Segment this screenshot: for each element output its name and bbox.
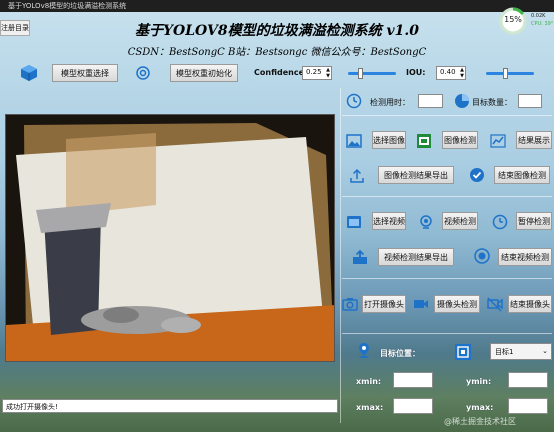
export-image-results-button[interactable]: 图像检测结果导出 xyxy=(378,166,454,184)
clock-icon xyxy=(346,93,362,109)
open-camera-button[interactable]: 打开摄像头 xyxy=(362,295,406,313)
target-select[interactable]: 目标1 ⌄ xyxy=(490,343,552,360)
image-detect-icon xyxy=(417,134,431,148)
open-camera-label: 打开摄像头 xyxy=(364,299,404,309)
settings-target-icon xyxy=(136,66,150,80)
ymax-label: ymax: xyxy=(466,403,494,412)
select-image-label: 选择图像 xyxy=(373,135,405,145)
export-image-results-label: 图像检测结果导出 xyxy=(384,170,448,180)
pause-detect-button[interactable]: 暂停检测 xyxy=(516,212,552,230)
select-video-button[interactable]: 选择视频 xyxy=(372,212,406,230)
select-image-button[interactable]: 选择图像 xyxy=(372,131,406,149)
export-icon xyxy=(350,168,364,183)
chart-line-icon xyxy=(490,134,506,148)
bounding-box-icon xyxy=(455,344,471,360)
status-bar: 成功打开摄像头! xyxy=(2,399,338,413)
target-select-value: 目标1 xyxy=(495,348,514,356)
iou-label: IOU: xyxy=(406,68,426,77)
ymin-label: ymin: xyxy=(466,377,492,386)
pause-detect-label: 暂停检测 xyxy=(518,216,550,226)
divider-2 xyxy=(342,196,552,197)
net-up: 0.02K xyxy=(531,13,546,19)
iou-slider-track[interactable] xyxy=(486,72,534,75)
export-video-results-label: 视频检测结果导出 xyxy=(384,252,448,262)
target-position-label: 目标位置： xyxy=(380,349,420,358)
panel-divider xyxy=(340,88,341,423)
xmin-label: xmin: xyxy=(356,377,382,386)
confidence-slider-track[interactable] xyxy=(348,72,396,75)
confidence-label: Confidence: xyxy=(254,68,308,77)
iou-value: 0.40 xyxy=(440,68,456,76)
end-image-detect-button[interactable]: 结束图像检测 xyxy=(494,166,550,184)
webcam-icon xyxy=(420,215,432,229)
image-icon xyxy=(346,134,362,148)
confidence-spinbox[interactable]: 0.25 ▲ ▼ xyxy=(302,66,332,80)
detect-video-label: 视频检测 xyxy=(444,216,476,226)
show-results-button[interactable]: 结果展示 xyxy=(516,131,552,149)
confidence-value: 0.25 xyxy=(306,68,322,76)
divider-4 xyxy=(342,333,552,334)
camera-icon xyxy=(342,298,358,311)
ymax-field xyxy=(508,398,548,414)
cpu-percent: 15% xyxy=(504,15,522,24)
confidence-slider-thumb[interactable] xyxy=(358,68,363,79)
show-results-label: 结果展示 xyxy=(518,135,550,145)
pie-chart-icon xyxy=(455,94,469,108)
cpu-label: CPU: 39° xyxy=(531,21,554,27)
end-video-detect-button[interactable]: 结束视频检测 xyxy=(498,248,552,266)
select-weights-button[interactable]: 模型权重选择 xyxy=(52,64,118,82)
end-image-detect-label: 结束图像检测 xyxy=(498,170,546,180)
spin-arrows-icon: ▲ ▼ xyxy=(326,67,330,79)
target-count-label: 目标数量： xyxy=(472,98,512,107)
target-count-field xyxy=(518,94,542,108)
detect-image-button[interactable]: 图像检测 xyxy=(442,131,478,149)
end-video-detect-label: 结束视频检测 xyxy=(501,252,549,262)
detect-time-field xyxy=(418,94,443,108)
pause-clock-icon xyxy=(492,214,508,230)
status-message: 成功打开摄像头! xyxy=(6,403,58,411)
select-weights-label: 模型权重选择 xyxy=(61,68,109,78)
iou-spinbox[interactable]: 0.40 ▲ ▼ xyxy=(436,66,466,80)
location-pin-icon xyxy=(359,343,369,358)
stop-circle-icon xyxy=(474,248,490,264)
cpu-widget: 15% 0.02K CPU: 39° xyxy=(498,6,554,36)
model-cube-icon xyxy=(21,65,37,81)
ymin-field xyxy=(508,372,548,388)
detect-time-label: 检测用时： xyxy=(370,98,410,107)
divider-1 xyxy=(342,115,552,116)
detect-video-button[interactable]: 视频检测 xyxy=(442,212,478,230)
video-icon xyxy=(347,216,361,228)
watermark: @稀土掘金技术社区 xyxy=(444,417,516,426)
select-video-label: 选择视频 xyxy=(373,216,405,226)
xmin-field xyxy=(393,372,433,388)
xmax-field xyxy=(393,398,433,414)
camera-detect-label: 摄像头检测 xyxy=(437,299,477,309)
camcorder-icon xyxy=(414,300,428,308)
init-weights-label: 模型权重初始化 xyxy=(176,68,232,78)
init-weights-button[interactable]: 模型权重初始化 xyxy=(170,64,238,82)
camera-off-icon xyxy=(487,297,503,312)
window-title: 基于YOLOv8模型的垃圾满溢检测系统 xyxy=(8,2,127,10)
upload-icon xyxy=(353,249,367,264)
image-display xyxy=(5,114,335,362)
close-camera-label: 结束摄像头 xyxy=(510,299,550,309)
xmax-label: xmax: xyxy=(356,403,384,412)
camera-detect-button[interactable]: 摄像头检测 xyxy=(434,295,480,313)
page-subtitle: CSDN：BestSongC B站：Bestsongc 微信公众号：BestSo… xyxy=(127,47,427,58)
close-camera-button[interactable]: 结束摄像头 xyxy=(508,295,552,313)
camera-frame-image xyxy=(6,115,334,361)
export-video-results-button[interactable]: 视频检测结果导出 xyxy=(378,248,454,266)
divider-3 xyxy=(342,278,552,279)
check-circle-icon xyxy=(470,168,484,182)
page-title: 基于YOLOV8模型的垃圾满溢检测系统 v1.0 xyxy=(135,23,419,39)
iou-slider-thumb[interactable] xyxy=(503,68,509,79)
detect-image-label: 图像检测 xyxy=(444,135,476,145)
spin-arrows-icon: ▲ ▼ xyxy=(460,67,464,79)
chevron-down-icon: ⌄ xyxy=(542,347,548,355)
